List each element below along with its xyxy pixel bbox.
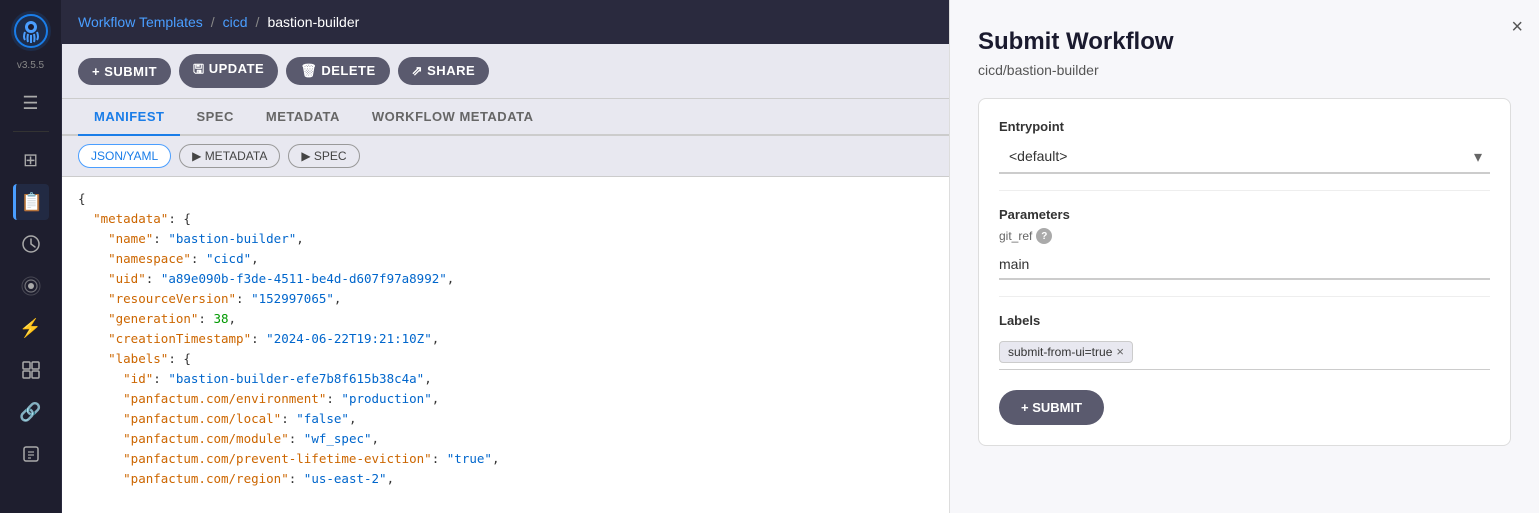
submit-main-button[interactable]: + SUBMIT	[999, 390, 1104, 425]
entrypoint-select[interactable]: <default>	[999, 140, 1490, 174]
sidebar: v3.5.5 ☰ ⊞ 📋 ⚡ 🔗	[0, 0, 62, 513]
sub-btn-spec[interactable]: ▶ SPEC	[288, 144, 359, 168]
git-ref-text: git_ref	[999, 229, 1032, 243]
workflows-icon[interactable]: 📋	[13, 184, 49, 220]
app-version: v3.5.5	[17, 60, 44, 71]
breadcrumb: Workflow Templates / cicd / bastion-buil…	[62, 0, 949, 44]
dashboard-icon[interactable]: ⊞	[13, 142, 49, 178]
sub-toolbar: JSON/YAML ▶ METADATA ▶ SPEC	[62, 136, 949, 177]
labels-label: Labels	[999, 313, 1490, 328]
update-button[interactable]: 🖫 UPDATE	[179, 54, 278, 88]
entrypoint-select-wrapper: <default>	[999, 140, 1490, 174]
breadcrumb-sep-2: /	[256, 14, 260, 30]
breadcrumb-cicd[interactable]: cicd	[223, 14, 248, 30]
app-logo	[10, 10, 52, 52]
parameters-group: Parameters git_ref ?	[999, 207, 1490, 280]
feed-icon[interactable]	[13, 352, 49, 388]
lightning-icon[interactable]: ⚡	[13, 310, 49, 346]
form-divider-2	[999, 296, 1490, 297]
labels-group: Labels submit-from-ui=true ×	[999, 313, 1490, 370]
share-button[interactable]: ⇗ SHARE	[398, 57, 490, 85]
submit-form: Entrypoint <default> Parameters git_ref …	[978, 98, 1511, 446]
json-yaml-label: JSON/YAML	[91, 149, 158, 163]
git-ref-help-icon[interactable]: ?	[1036, 228, 1052, 244]
panel-title: Submit Workflow	[978, 28, 1511, 56]
label-tag-submit-from-ui: submit-from-ui=true ×	[999, 341, 1133, 363]
sub-btn-json-yaml[interactable]: JSON/YAML	[78, 144, 171, 168]
git-ref-label: git_ref ?	[999, 228, 1490, 244]
entrypoint-group: Entrypoint <default>	[999, 119, 1490, 174]
entrypoint-label: Entrypoint	[999, 119, 1490, 134]
sub-btn-metadata[interactable]: ▶ METADATA	[179, 144, 280, 168]
breadcrumb-workflow-templates[interactable]: Workflow Templates	[78, 14, 203, 30]
main-toolbar: + SUBMIT 🖫 UPDATE 🗑 DELETE ⇗ SHARE	[62, 44, 949, 99]
main-tabs: MANIFEST SPEC METADATA WORKFLOW METADATA	[62, 99, 949, 136]
submit-button[interactable]: + SUBMIT	[78, 58, 171, 85]
panel-subtitle: cicd/bastion-builder	[978, 62, 1511, 78]
spec-label: ▶ SPEC	[301, 149, 346, 163]
breadcrumb-sep-1: /	[211, 14, 215, 30]
breadcrumb-current: bastion-builder	[267, 14, 359, 30]
label-tag-text: submit-from-ui=true	[1008, 345, 1112, 359]
tab-metadata[interactable]: METADATA	[250, 99, 356, 136]
labels-area: submit-from-ui=true ×	[999, 334, 1490, 370]
close-button[interactable]: ×	[1511, 16, 1523, 39]
history-icon[interactable]	[13, 226, 49, 262]
code-editor[interactable]: { "metadata": { "name": "bastion-builder…	[62, 177, 949, 513]
link-icon[interactable]: 🔗	[13, 394, 49, 430]
delete-button[interactable]: 🗑 DELETE	[286, 57, 389, 85]
tab-workflow-metadata[interactable]: WORKFLOW METADATA	[356, 99, 550, 136]
parameters-label: Parameters	[999, 207, 1490, 222]
menu-icon[interactable]: ☰	[13, 85, 49, 121]
right-panel: × Submit Workflow cicd/bastion-builder E…	[949, 0, 1539, 513]
tab-spec[interactable]: SPEC	[180, 99, 249, 136]
reports-icon[interactable]	[13, 436, 49, 472]
metadata-label: ▶ METADATA	[192, 149, 267, 163]
sensors-icon[interactable]	[13, 268, 49, 304]
sidebar-divider-1	[13, 131, 49, 132]
git-ref-input[interactable]	[999, 250, 1490, 280]
label-tag-remove[interactable]: ×	[1116, 345, 1124, 358]
tab-manifest[interactable]: MANIFEST	[78, 99, 180, 136]
form-divider-1	[999, 190, 1490, 191]
main-content: Workflow Templates / cicd / bastion-buil…	[62, 0, 949, 513]
